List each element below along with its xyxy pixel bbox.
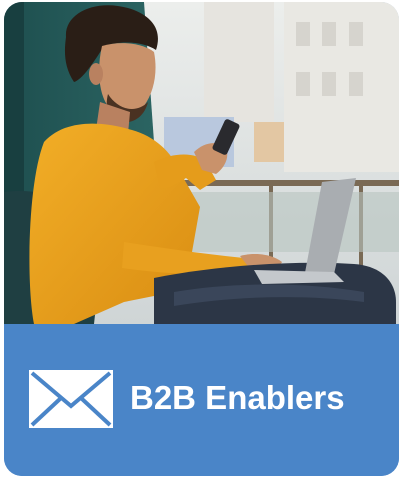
- card-title: B2B Enablers: [130, 379, 345, 416]
- hero-photo: [4, 2, 399, 324]
- card-banner[interactable]: B2B Enablers: [4, 324, 399, 476]
- envelope-icon: [29, 370, 113, 428]
- b2b-enablers-card[interactable]: B2B Enablers: [4, 2, 399, 476]
